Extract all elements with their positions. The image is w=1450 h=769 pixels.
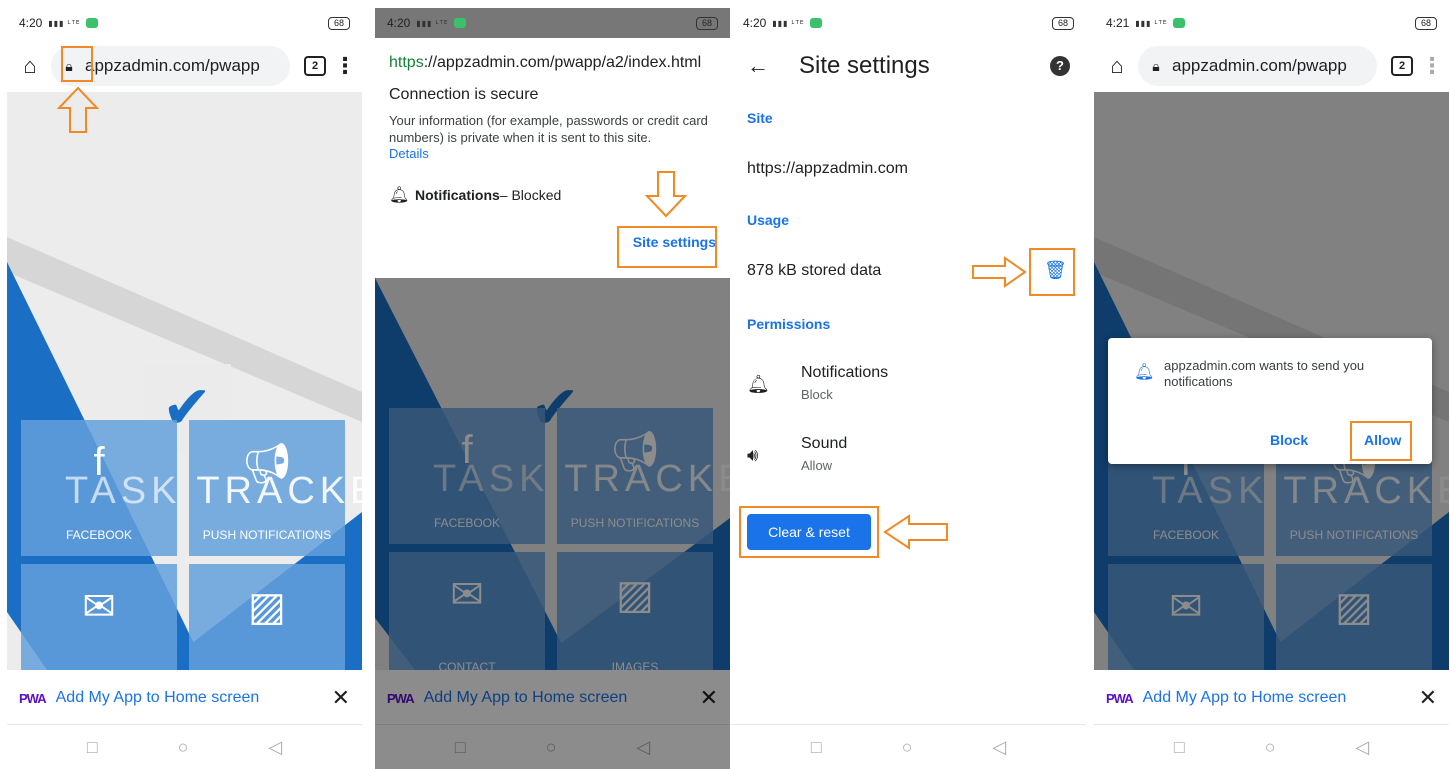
status-time: 4:20 — [743, 16, 767, 30]
back-nav-icon[interactable]: ◁ — [1355, 737, 1369, 758]
tile-images[interactable]: ▨ IMAGES — [189, 564, 345, 670]
highlight-allow — [1350, 421, 1412, 461]
status-time: 4:21 — [1106, 16, 1130, 30]
battery-indicator: 68 — [327, 16, 350, 30]
permission-value: Allow — [801, 458, 833, 473]
status-bar: 4:20 ▮▮▮ ᴸᵀᴱ 68 — [375, 8, 730, 38]
block-button[interactable]: Block — [1270, 432, 1308, 448]
close-icon: ✕ — [1418, 685, 1437, 710]
address-text: appzadmin.com/pwapp — [85, 56, 260, 75]
permission-name: Notifications — [801, 364, 889, 381]
system-nav-bar: □ ○ ◁ — [731, 724, 1086, 769]
stored-data: 878 kB stored data — [747, 262, 882, 279]
install-banner-text: Add My App to Home screen — [1142, 689, 1347, 706]
tile-contact[interactable]: ✉ CONTACT — [21, 564, 177, 670]
bell-icon: 🔔︎ — [1134, 364, 1155, 381]
status-bar: 4:20 ▮▮▮ ᴸᵀᴱ 68 — [731, 8, 1086, 38]
status-time: 4:20 — [387, 16, 411, 30]
notification-label: Notifications — [415, 187, 500, 203]
back-nav-icon[interactable]: ◁ — [992, 737, 1006, 758]
overflow-menu-icon[interactable]: ⋮ — [334, 53, 356, 79]
home-nav-icon[interactable]: ○ — [178, 737, 189, 758]
page-title: Site settings — [799, 52, 930, 79]
highlight-trash — [1029, 248, 1075, 296]
permission-notifications[interactable]: 🔔︎ Notifications Block — [731, 364, 1086, 416]
tile-label: FACEBOOK — [65, 528, 133, 542]
status-time: 4:20 — [19, 16, 43, 30]
home-icon[interactable]: ⌂ — [1102, 53, 1132, 79]
highlight-site-settings — [617, 226, 717, 268]
permissions-section-header: Permissions — [747, 316, 831, 332]
tab-switcher-button[interactable]: 2 — [1391, 56, 1413, 76]
screen-browser-page: 4:20 ▮▮▮ ᴸᵀᴱ 68 ⌂ 🔒︎ appzadmin.com/pwapp… — [7, 8, 362, 769]
connection-title: Connection is secure — [389, 86, 539, 103]
highlight-clear-reset — [739, 506, 879, 558]
pwa-logo: PWA — [19, 690, 47, 706]
help-icon[interactable]: ? — [1050, 56, 1070, 76]
lock-icon[interactable]: 🔒︎ — [1148, 58, 1164, 75]
arrow-right-icon — [972, 256, 1027, 288]
address-bar[interactable]: 🔒︎ appzadmin.com/pwapp — [1138, 46, 1377, 86]
arrow-left-icon — [883, 514, 948, 550]
usage-section-header: Usage — [747, 212, 790, 228]
bell-icon: 🔔︎ — [747, 374, 770, 394]
permission-sound[interactable]: 🔊︎ Sound Allow — [731, 435, 1086, 487]
back-arrow-icon[interactable]: ← — [747, 53, 787, 79]
settings-app-bar: ← Site settings ? — [731, 40, 1086, 92]
tile-label: PUSH NOTIFICATIONS — [202, 528, 332, 542]
home-nav-icon[interactable]: ○ — [1265, 737, 1276, 758]
site-section-header: Site — [747, 110, 773, 126]
browser-toolbar: ⌂ 🔒︎ appzadmin.com/pwapp 2 ⋮ — [1094, 40, 1449, 92]
arrow-up-icon — [57, 86, 99, 133]
status-bar: 4:20 ▮▮▮ ᴸᵀᴱ 68 — [7, 8, 362, 38]
battery-indicator: 68 — [1051, 16, 1074, 30]
app-notification-icon — [1173, 18, 1186, 28]
signal-icon: ▮▮▮ ᴸᵀᴱ — [416, 18, 449, 28]
popup-url: https://appzadmin.com/pwapp/a2/index.htm… — [389, 54, 702, 71]
signal-icon: ▮▮▮ ᴸᵀᴱ — [48, 18, 81, 28]
home-nav-icon[interactable]: ○ — [902, 737, 913, 758]
screen-site-settings: 4:20 ▮▮▮ ᴸᵀᴱ 68 ← Site settings ? Site h… — [731, 8, 1086, 769]
site-url: https://appzadmin.com — [747, 160, 908, 177]
address-text: appzadmin.com/pwapp — [1172, 56, 1347, 75]
screen-page-info: ✔ f FACEBOOK 📢︎ PUSH NOTIFICATIONS ✉ CON… — [375, 8, 730, 769]
tab-switcher-button[interactable]: 2 — [304, 56, 326, 76]
dialog-message: appzadmin.com wants to send you notifica… — [1164, 358, 1365, 389]
home-icon[interactable]: ⌂ — [15, 53, 45, 79]
back-nav-icon[interactable]: ◁ — [268, 737, 282, 758]
status-bar: 4:21 ▮▮▮ ᴸᵀᴱ 68 — [1094, 8, 1449, 38]
install-banner-text[interactable]: Add My App to Home screen — [56, 689, 332, 707]
notification-state: – Blocked — [499, 187, 562, 203]
web-content: ✔ f FACEBOOK 📢︎ PUSH NOTIFICATIONS ✉ CON… — [7, 92, 362, 670]
app-notification-icon — [86, 18, 99, 28]
install-banner[interactable]: PWA Add My App to Home screen ✕ — [7, 678, 362, 718]
app-notification-icon — [454, 18, 467, 28]
image-icon: ▨ — [248, 585, 286, 629]
envelope-icon: ✉ — [82, 585, 116, 629]
arrow-down-icon — [645, 171, 687, 218]
overflow-menu-icon[interactable]: ⋮ — [1421, 53, 1443, 79]
recents-icon[interactable]: □ — [1174, 737, 1185, 758]
install-banner: PWA Add My App to Home screen ✕ — [1094, 678, 1449, 718]
battery-indicator: 68 — [1414, 16, 1437, 30]
brand-logo: TASK TRACKER — [65, 470, 362, 512]
close-icon[interactable]: ✕ — [332, 685, 350, 711]
battery-indicator: 68 — [695, 16, 718, 30]
details-link[interactable]: Details — [389, 146, 716, 161]
permission-value: Block — [801, 387, 833, 402]
signal-icon: ▮▮▮ ᴸᵀᴱ — [772, 18, 805, 28]
signal-icon: ▮▮▮ ᴸᵀᴱ — [1135, 18, 1168, 28]
recents-icon[interactable]: □ — [811, 737, 822, 758]
pwa-logo: PWA — [1106, 690, 1134, 706]
app-notification-icon — [810, 18, 823, 28]
connection-info: Your information (for example, passwords… — [389, 113, 708, 145]
system-nav-bar: □ ○ ◁ — [1094, 724, 1449, 769]
recents-icon[interactable]: □ — [87, 737, 98, 758]
permission-name: Sound — [801, 435, 848, 452]
screen-notification-prompt: 4:21 ▮▮▮ ᴸᵀᴱ 68 ⌂ 🔒︎ appzadmin.com/pwapp… — [1094, 8, 1449, 769]
highlight-lock — [61, 46, 93, 82]
system-nav-bar: □ ○ ◁ — [7, 724, 362, 769]
speaker-icon: 🔊︎ — [747, 445, 759, 465]
bell-icon: 🔔︎ — [389, 187, 410, 204]
